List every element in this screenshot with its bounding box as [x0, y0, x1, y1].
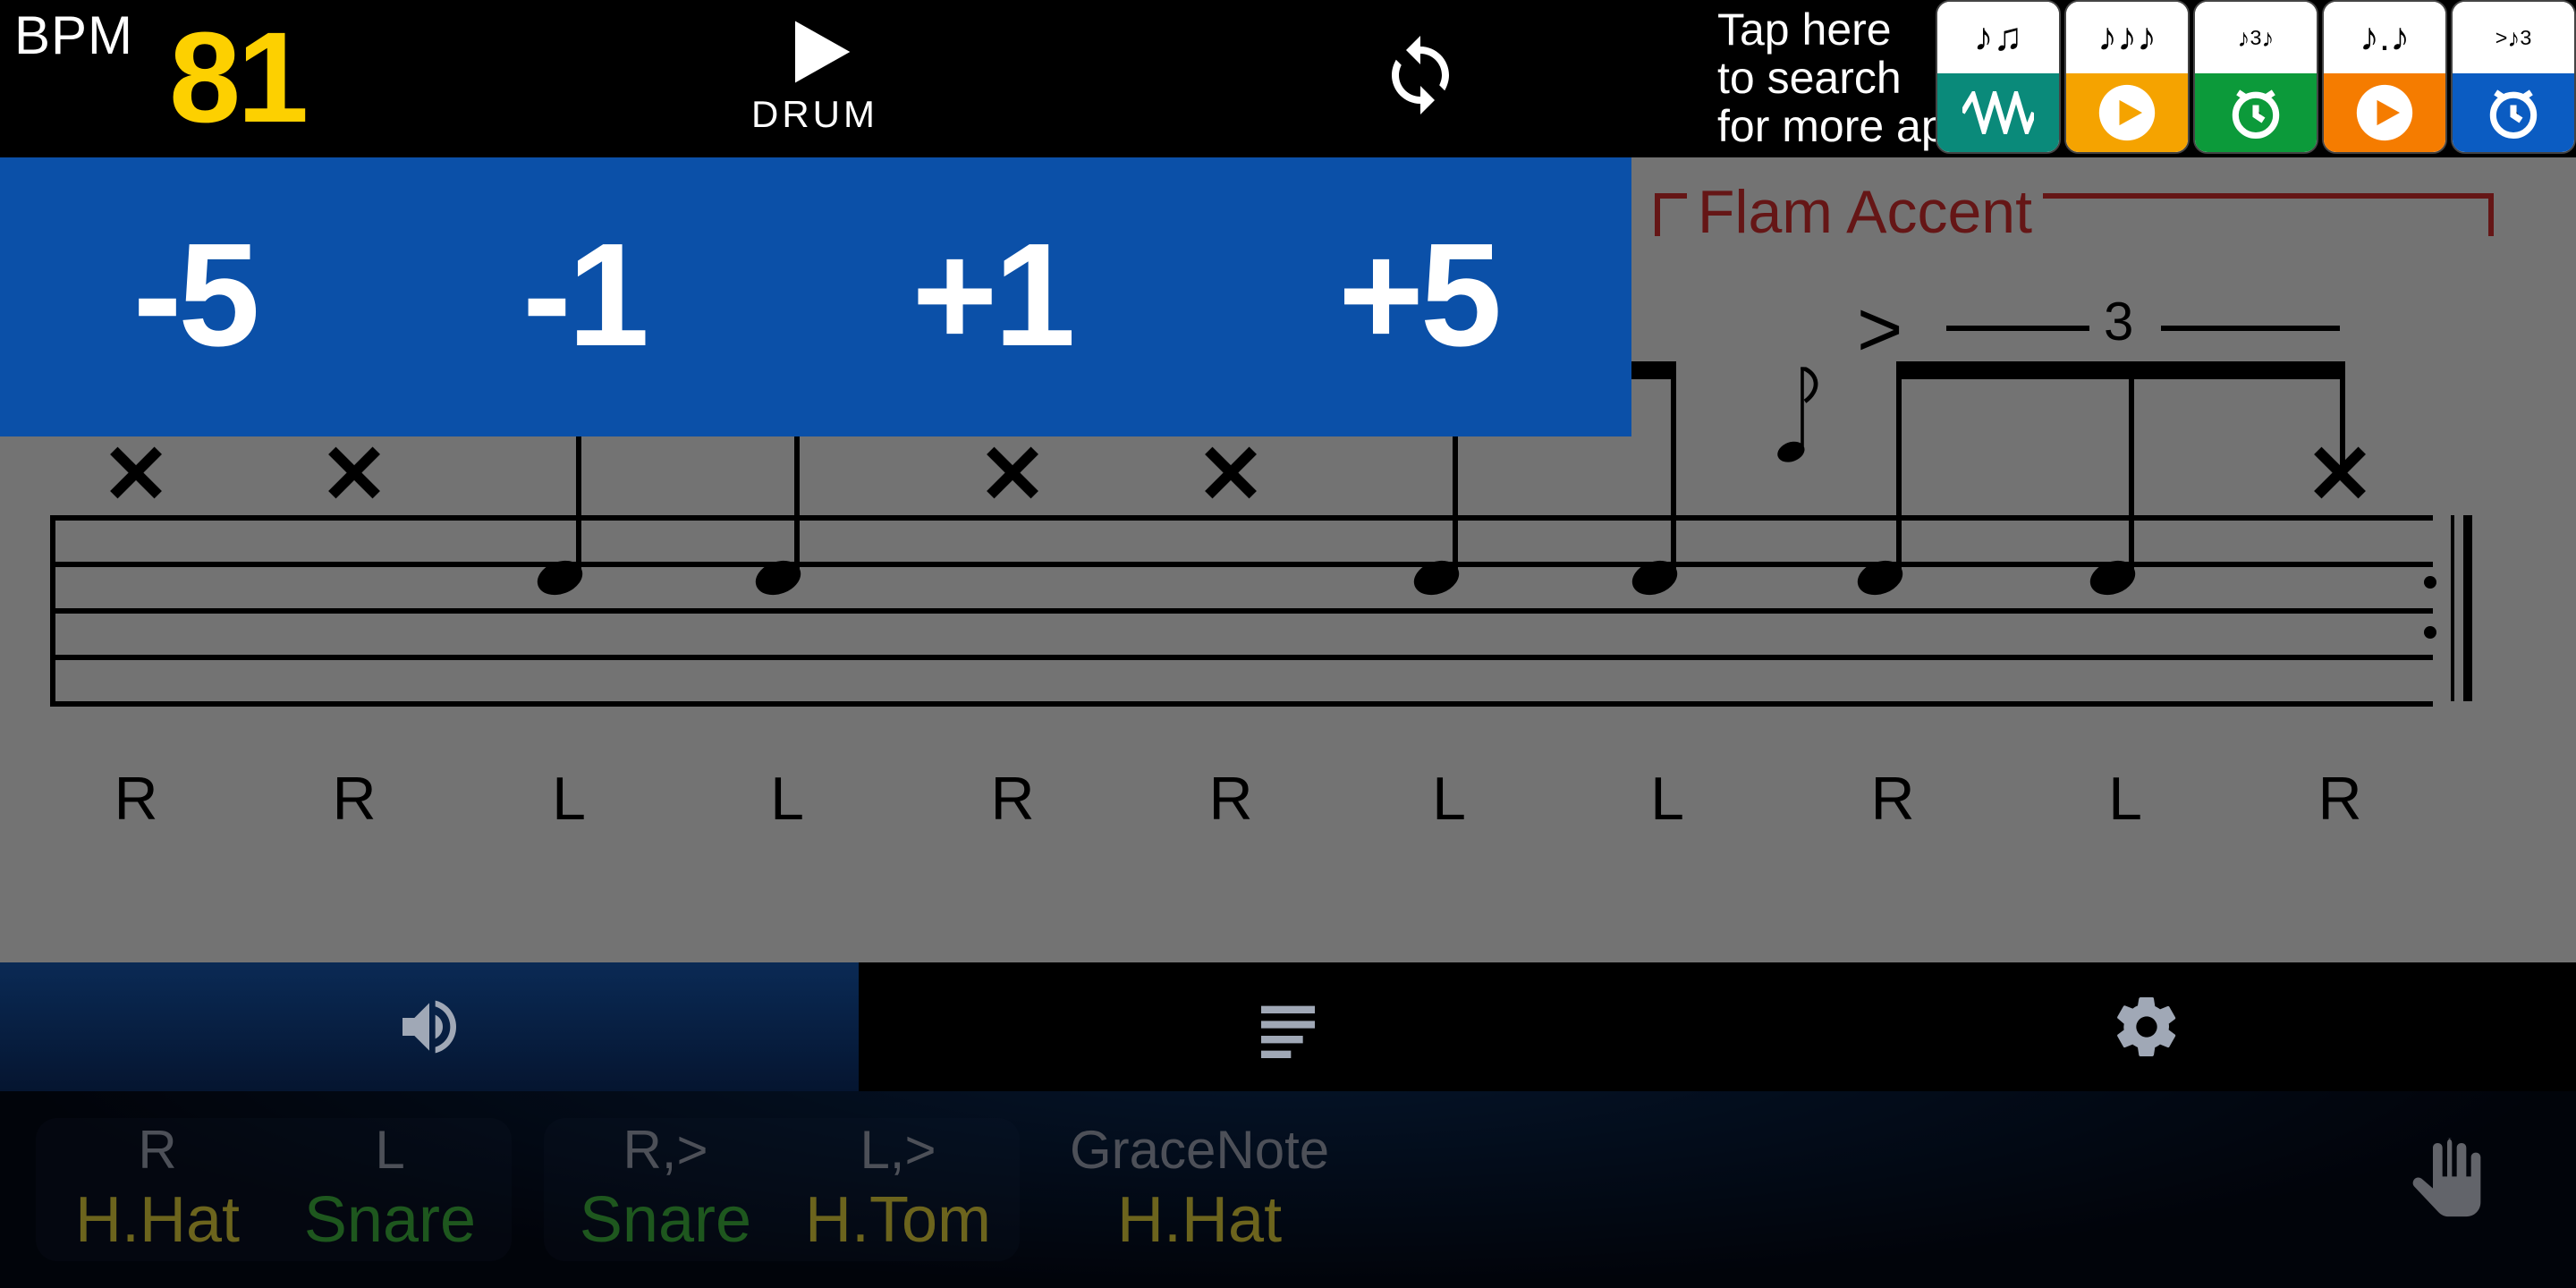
x-notehead-icon: ✕ [1196, 428, 1265, 521]
tab-list[interactable] [859, 962, 1717, 1091]
tab-bar [0, 962, 2576, 1091]
app-icon-5[interactable]: >♪3 [2451, 0, 2576, 154]
chip-instrument: H.Tom [787, 1182, 1009, 1258]
rudiment-title: Flam Accent [1655, 179, 2494, 249]
music-notes-icon: ♪♫ [1937, 2, 2059, 73]
chip-hand: L,> [787, 1122, 1009, 1182]
speaker-icon [394, 991, 465, 1063]
sticking: L [733, 766, 841, 835]
bpm-plus-5-button[interactable]: +5 [1338, 213, 1498, 381]
top-bar: BPM 81 DRUM Tap here to search for more … [0, 0, 2576, 157]
play-button[interactable]: DRUM [751, 11, 878, 138]
music-notes-icon: ♪3♪ [2195, 2, 2317, 73]
bpm-label: BPM [14, 7, 133, 68]
music-notes-icon: >♪3 [2453, 2, 2574, 73]
chip-instrument: Snare [279, 1182, 501, 1258]
bpm-adjust-panel: -5 -1 +1 +5 [0, 157, 1631, 436]
sticking: R [82, 766, 190, 835]
hand-icon [2390, 1128, 2504, 1242]
sticking: R [1839, 766, 1946, 835]
bpm-minus-1-button[interactable]: -1 [522, 213, 646, 381]
sticking: R [2286, 766, 2394, 835]
loop-button[interactable] [1377, 32, 1463, 127]
chip-group-2: R,> Snare L,> H.Tom [544, 1118, 1020, 1261]
chip-hand: R [47, 1122, 268, 1182]
sticking: R [959, 766, 1066, 835]
bpm-minus-5-button[interactable]: -5 [133, 213, 257, 381]
chip-l-accent-htom[interactable]: L,> H.Tom [787, 1122, 1009, 1258]
clock-icon [2195, 73, 2317, 152]
bottom-panel: R H.Hat L Snare R,> Snare L,> H.Tom Grac… [0, 1091, 2576, 1288]
rudiment-title-text: Flam Accent [1698, 179, 2032, 249]
chip-gracenote[interactable]: GraceNote H.Hat [1070, 1122, 1329, 1258]
sticking: L [1614, 766, 1721, 835]
waveform-icon [1937, 73, 2059, 152]
play-circle-icon [2066, 73, 2188, 152]
chip-instrument: H.Hat [47, 1182, 268, 1258]
play-circle-icon [2324, 73, 2445, 152]
x-notehead-icon: ✕ [319, 428, 388, 521]
clock-icon [2453, 73, 2574, 152]
app-icon-row: ♪♫ ♪♪♪ ♪3♪ ♪.♪ >♪3 [1932, 0, 2576, 154]
sticking: L [1395, 766, 1503, 835]
music-notes-icon: ♪.♪ [2324, 2, 2445, 73]
app-icon-3[interactable]: ♪3♪ [2193, 0, 2318, 154]
chip-hand: R,> [555, 1122, 776, 1182]
sticking: L [2072, 766, 2179, 835]
app-icon-4[interactable]: ♪.♪ [2322, 0, 2447, 154]
chip-instrument: Snare [555, 1182, 776, 1258]
accent-mark: > [1857, 286, 1902, 376]
chip-group-1: R H.Hat L Snare [36, 1118, 512, 1261]
chip-r-accent-snare[interactable]: R,> Snare [555, 1122, 776, 1258]
bpm-plus-1-button[interactable]: +1 [912, 213, 1072, 381]
tuplet-number: 3 [2104, 293, 2133, 354]
chip-l-snare[interactable]: L Snare [279, 1122, 501, 1258]
list-icon [1252, 991, 1324, 1063]
chip-r-hhat[interactable]: R H.Hat [47, 1122, 268, 1258]
tab-sound[interactable] [0, 962, 859, 1091]
app-icon-2[interactable]: ♪♪♪ [2064, 0, 2190, 154]
chip-instrument: H.Hat [1070, 1182, 1329, 1258]
chip-label: GraceNote [1070, 1122, 1329, 1182]
gear-icon [2111, 991, 2182, 1063]
tab-settings[interactable] [1717, 962, 2576, 1091]
hand-button[interactable] [2390, 1128, 2504, 1251]
chip-hand: L [279, 1122, 501, 1182]
sticking: L [515, 766, 623, 835]
x-notehead-icon: ✕ [101, 428, 170, 521]
play-icon [751, 11, 878, 102]
x-notehead-icon: ✕ [978, 428, 1046, 521]
bpm-value[interactable]: 81 [169, 5, 305, 152]
play-label: DRUM [751, 95, 878, 138]
music-notes-icon: ♪♪♪ [2066, 2, 2188, 73]
app-icon-1[interactable]: ♪♫ [1936, 0, 2061, 154]
grace-note [1777, 442, 1805, 467]
sticking: R [1177, 766, 1284, 835]
sticking: R [301, 766, 408, 835]
